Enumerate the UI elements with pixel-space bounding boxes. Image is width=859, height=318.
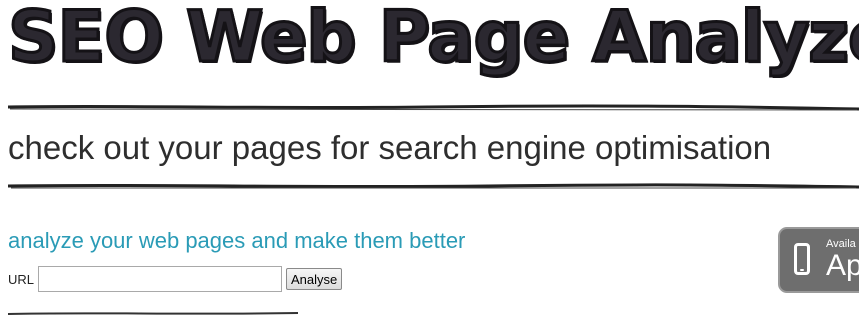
page: SEO Web Page Analyzer check out your pag… [0, 0, 859, 318]
hand-drawn-divider [8, 181, 859, 191]
phone-icon [794, 243, 810, 275]
app-store-badge[interactable]: Availa Ap [778, 227, 859, 293]
section-heading: analyze your web pages and make them bet… [8, 228, 466, 253]
app-store-badge-large-text: Ap [826, 249, 859, 282]
url-input[interactable] [38, 266, 283, 292]
hand-drawn-divider [8, 309, 298, 317]
hand-drawn-divider [8, 103, 859, 113]
url-label: URL [8, 271, 35, 287]
url-analyze-form: URL Analyse [8, 265, 343, 293]
tagline: check out your pages for search engine o… [8, 129, 772, 166]
site-logo-title: SEO Web Page Analyzer [6, 0, 859, 80]
analyse-button[interactable]: Analyse [286, 268, 343, 290]
